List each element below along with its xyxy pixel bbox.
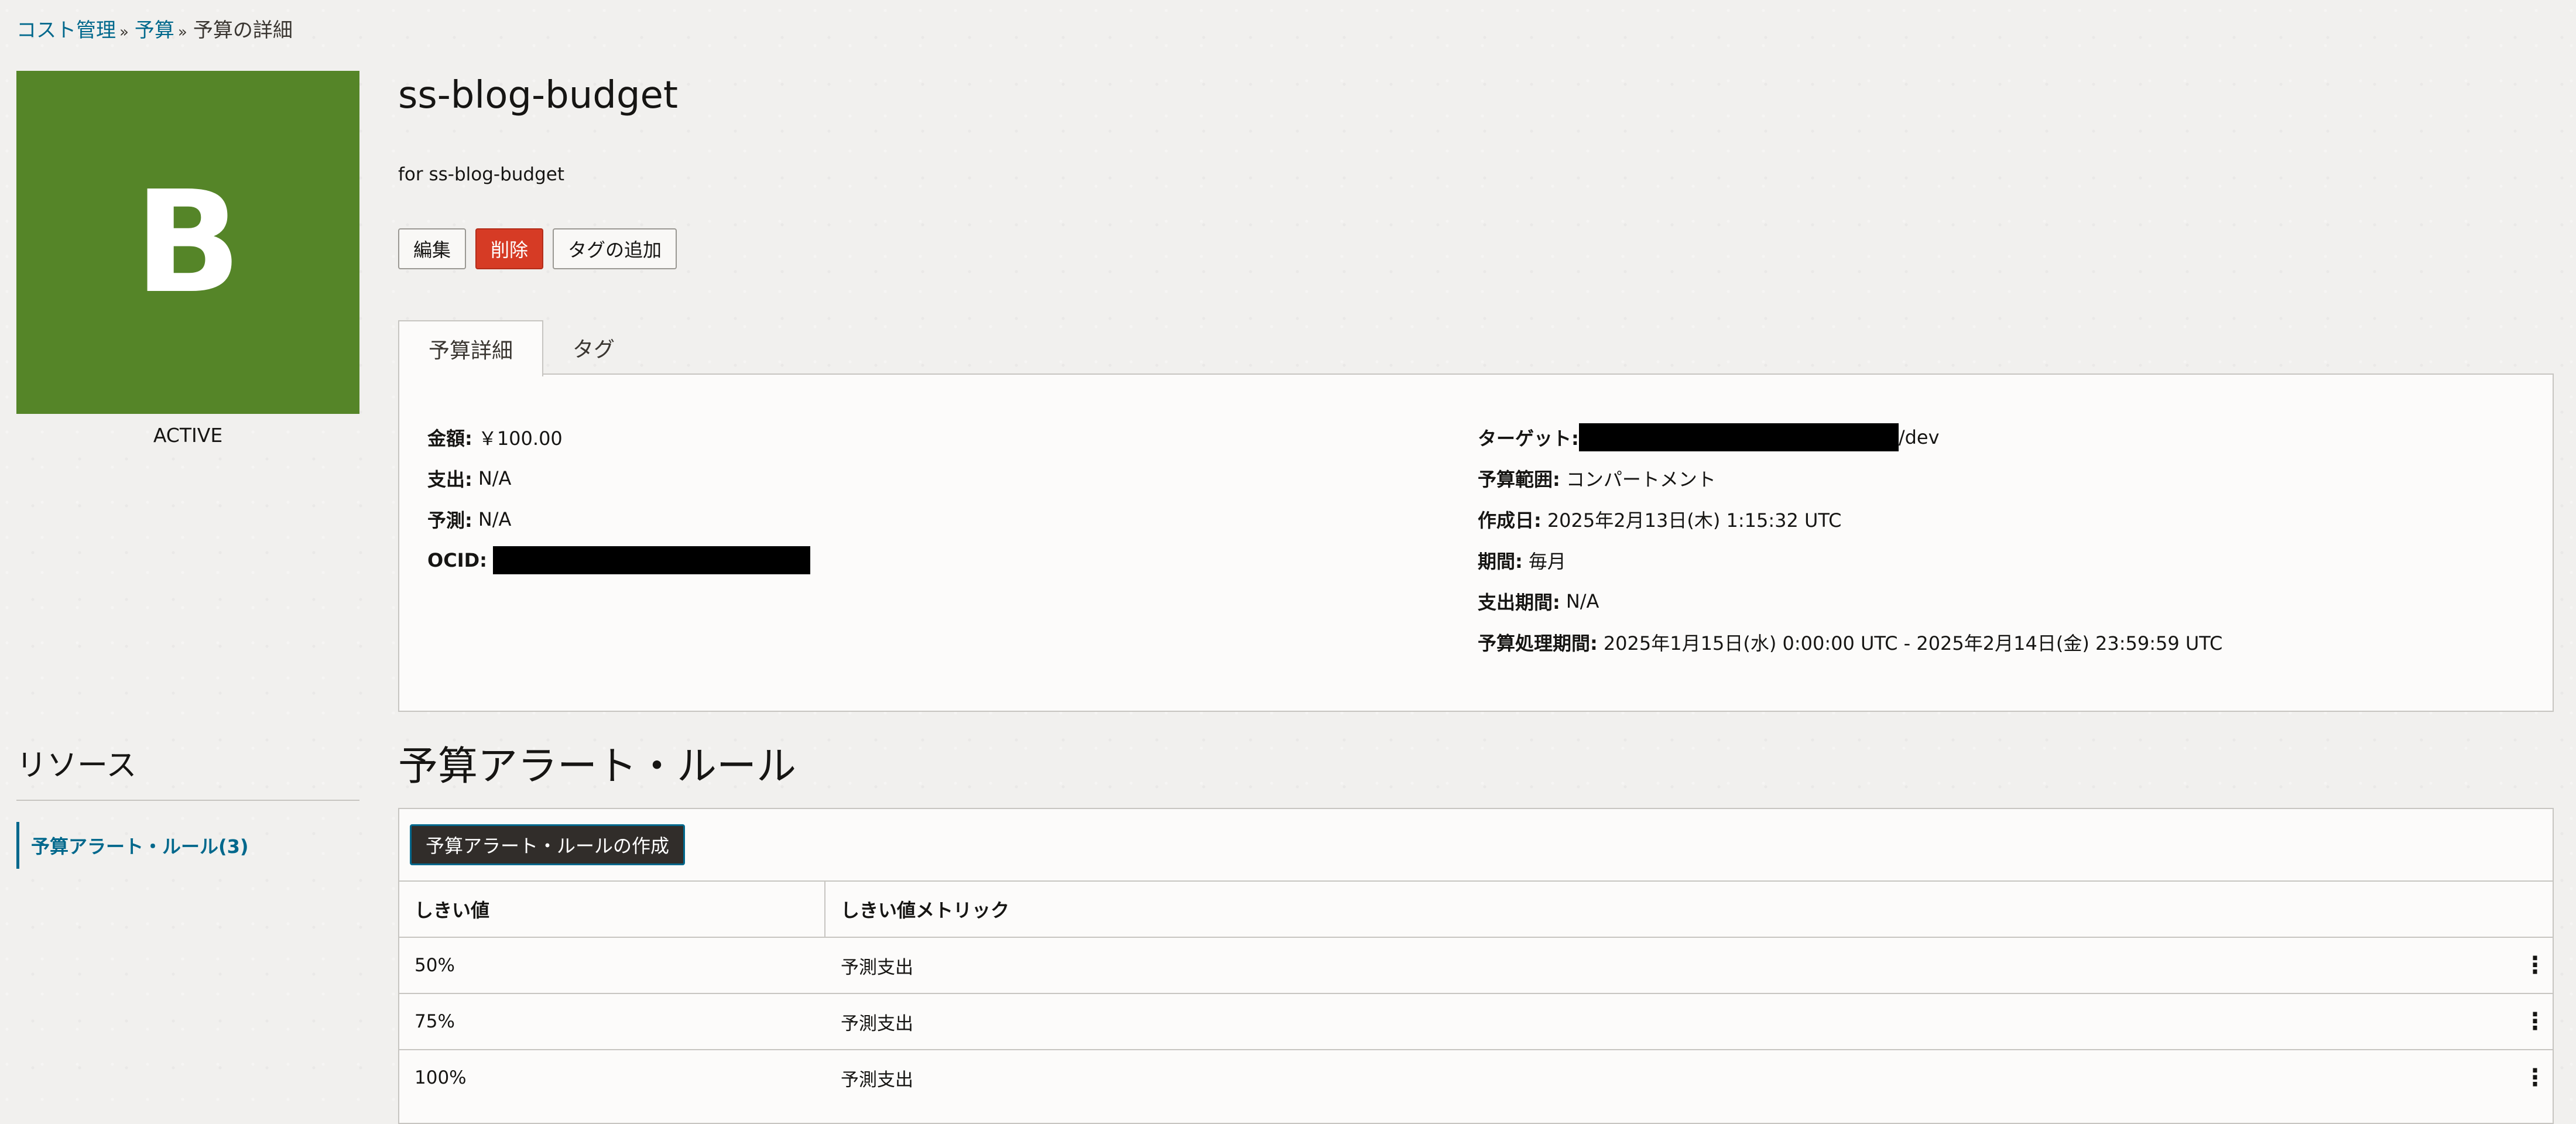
breadcrumb-separator: » — [119, 23, 129, 41]
page-description: for ss-blog-budget — [398, 164, 564, 185]
budget-details-panel: 金額: ￥100.00 支出: N/A 予測: N/A OCID: ターゲット: /de… — [398, 373, 2554, 712]
resource-letter-icon: B — [134, 160, 242, 324]
tab-tags[interactable]: タグ — [543, 320, 644, 375]
spend-value: N/A — [478, 467, 512, 489]
period-label: 期間: — [1478, 550, 1523, 573]
table-toolbar: 予算アラート・ルールの作成 — [399, 809, 2553, 880]
tab-bar: 予算詳細 タグ — [398, 320, 644, 376]
table-row: 75% 予測支出 ⋮ — [399, 993, 2553, 1049]
add-tags-button[interactable]: タグの追加 — [553, 228, 677, 269]
column-header-threshold[interactable]: しきい値 — [399, 882, 825, 937]
target-label: ターゲット: — [1478, 427, 1579, 450]
alert-rules-title: 予算アラート・ルール — [398, 743, 797, 790]
kebab-menu-icon[interactable]: ⋮ — [2517, 994, 2553, 1049]
breadcrumb-cost-management[interactable]: コスト管理 — [16, 19, 116, 42]
breadcrumb-budgets[interactable]: 予算 — [135, 19, 174, 42]
target-suffix: /dev — [1898, 426, 1940, 448]
page-title: ss-blog-budget — [398, 74, 678, 117]
resources-heading: リソース — [16, 748, 137, 783]
threshold-cell: 50% — [415, 955, 455, 976]
period-value: 毎月 — [1528, 550, 1566, 573]
target-redacted — [1578, 423, 1899, 451]
created-value: 2025年2月13日(木) 1:15:32 UTC — [1547, 509, 1842, 532]
breadcrumb: コスト管理» 予算» 予算の詳細 — [16, 14, 293, 43]
breadcrumb-current: 予算の詳細 — [193, 19, 293, 42]
created-label: 作成日: — [1478, 509, 1542, 532]
forecast-value: N/A — [478, 508, 512, 530]
action-bar: 編集 削除 タグの追加 — [398, 228, 677, 269]
amount-row: 金額: ￥100.00 — [427, 417, 810, 458]
spend-row: 支出: N/A — [427, 458, 810, 499]
processing-period-row: 予算処理期間: 2025年1月15日(水) 0:00:00 UTC - 2025年… — [1478, 622, 2222, 663]
table-row: 50% 予測支出 ⋮ — [399, 937, 2553, 993]
details-right-column: ターゲット: /dev 予算範囲: コンパートメント 作成日: 2025年2月13日(… — [1478, 417, 2222, 663]
metric-cell: 予測支出 — [841, 1069, 913, 1091]
details-left-column: 金額: ￥100.00 支出: N/A 予測: N/A OCID: — [427, 417, 810, 581]
processing-period-value: 2025年1月15日(水) 0:00:00 UTC - 2025年2月14日(金… — [1603, 632, 2223, 654]
scope-label: 予算範囲: — [1478, 468, 1560, 491]
resource-state: ACTIVE — [153, 424, 223, 447]
create-alert-rule-button[interactable]: 予算アラート・ルールの作成 — [410, 824, 686, 865]
spend-period-row: 支出期間: N/A — [1478, 581, 2222, 622]
delete-button[interactable]: 削除 — [475, 228, 544, 269]
breadcrumb-separator: » — [177, 23, 187, 41]
resources-divider — [16, 800, 359, 801]
target-row: ターゲット: /dev — [1478, 417, 2222, 458]
created-row: 作成日: 2025年2月13日(木) 1:15:32 UTC — [1478, 499, 2222, 540]
period-row: 期間: 毎月 — [1478, 540, 2222, 581]
threshold-cell: 100% — [415, 1067, 467, 1088]
kebab-menu-icon[interactable]: ⋮ — [2517, 938, 2553, 993]
ocid-redacted — [492, 546, 810, 574]
spend-period-value: N/A — [1566, 590, 1599, 612]
resource-icon-tile: B — [16, 71, 359, 414]
edit-button[interactable]: 編集 — [398, 228, 467, 269]
table-row: 100% 予測支出 ⋮ — [399, 1049, 2553, 1105]
spend-period-label: 支出期間: — [1478, 591, 1560, 614]
forecast-label: 予測: — [427, 509, 472, 532]
ocid-label: OCID: — [427, 549, 487, 571]
alert-rules-table: 予算アラート・ルールの作成 しきい値 しきい値メトリック 50% 予測支出 ⋮ … — [398, 808, 2554, 1124]
kebab-menu-icon[interactable]: ⋮ — [2517, 1050, 2553, 1105]
amount-value: ￥100.00 — [478, 427, 563, 450]
scope-value: コンパートメント — [1566, 468, 1716, 491]
scope-row: 予算範囲: コンパートメント — [1478, 458, 2222, 499]
metric-cell: 予測支出 — [841, 957, 913, 978]
metric-cell: 予測支出 — [841, 1013, 913, 1034]
spend-label: 支出: — [427, 468, 472, 491]
processing-period-label: 予算処理期間: — [1478, 632, 1598, 654]
table-header: しきい値 しきい値メトリック — [399, 880, 2553, 937]
threshold-cell: 75% — [415, 1011, 455, 1032]
column-header-threshold-metric[interactable]: しきい値メトリック — [825, 882, 2553, 937]
ocid-row: OCID: — [427, 540, 810, 581]
amount-label: 金額: — [427, 427, 472, 450]
resource-link-alert-rules[interactable]: 予算アラート・ルール(3) — [16, 822, 249, 869]
forecast-row: 予測: N/A — [427, 499, 810, 540]
tab-budget-details[interactable]: 予算詳細 — [398, 320, 544, 376]
